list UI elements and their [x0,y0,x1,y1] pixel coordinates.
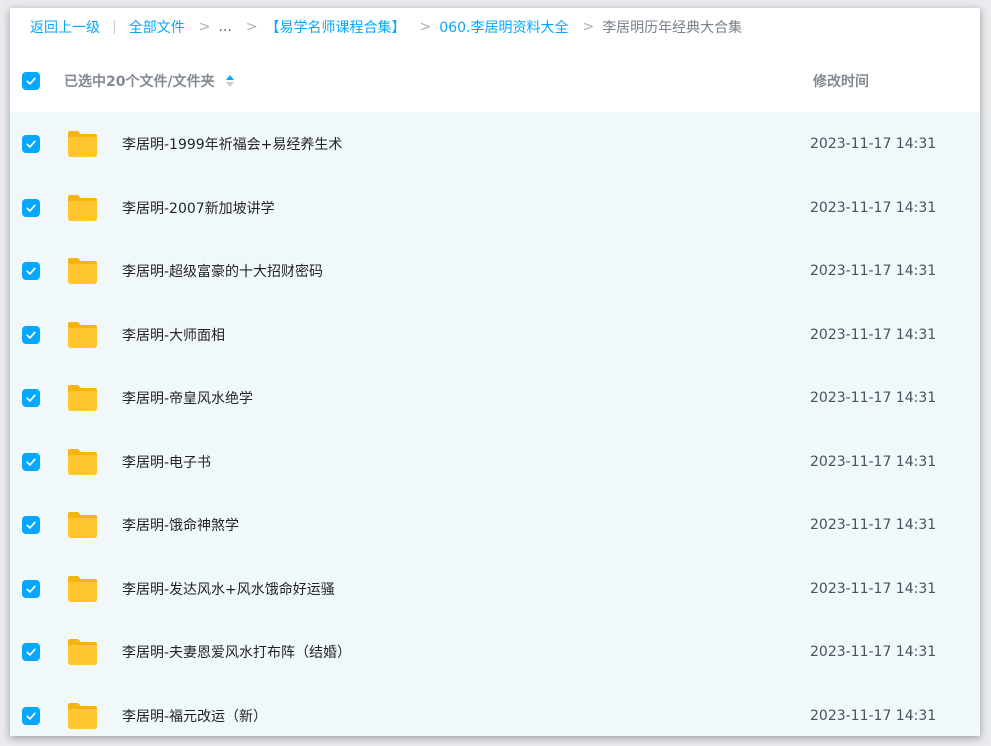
folder-icon [68,639,97,665]
column-header-mtime[interactable]: 修改时间 [813,71,869,91]
folder-icon [68,702,97,729]
file-name[interactable]: 李居明-夫妻恩爱风水打布阵（结婚） [122,620,351,684]
check-icon [26,331,36,339]
chevron-right-icon: > [198,19,211,35]
row-checkbox[interactable] [22,452,40,471]
file-mtime: 2023-11-17 14:31 [810,199,937,216]
check-icon [26,204,36,212]
selection-count-text: 已选中20个文件/文件夹 [64,74,215,90]
list-header: 已选中20个文件/文件夹 修改时间 [10,60,980,102]
file-row[interactable]: 李居明-饿命神煞学 2023-11-17 14:31 [10,493,980,557]
file-mtime: 2023-11-17 14:31 [810,453,937,470]
file-row[interactable]: 李居明-福元改运（新） 2023-11-17 14:31 [10,684,980,737]
row-checkbox[interactable] [22,516,40,534]
folder-icon [68,512,97,538]
check-icon [26,585,36,593]
folder-icon [68,321,97,348]
file-name[interactable]: 李居明-大师面相 [122,303,225,367]
breadcrumb-current: 李居明历年经典大合集 [602,20,743,36]
file-row[interactable]: 李居明-2007新加坡讲学 2023-11-17 14:31 [10,176,980,240]
breadcrumb-all-files[interactable]: 全部文件 [129,17,185,37]
breadcrumb-ellipsis[interactable]: ... [218,19,231,35]
select-all-checkbox[interactable] [22,72,40,90]
file-row[interactable]: 李居明-电子书 2023-11-17 14:31 [10,430,980,494]
row-checkbox[interactable] [22,706,40,725]
row-checkbox[interactable] [22,262,40,280]
file-name[interactable]: 李居明-超级富豪的十大招财密码 [122,239,323,303]
sort-icon[interactable] [225,74,235,88]
file-mtime: 2023-11-17 14:31 [810,580,937,597]
row-checkbox[interactable] [22,389,40,407]
folder-icon [68,131,97,157]
chevron-right-icon: > [419,19,432,35]
file-row[interactable]: 李居明-夫妻恩爱风水打布阵（结婚） 2023-11-17 14:31 [10,620,980,684]
check-icon [26,712,36,720]
file-mtime: 2023-11-17 14:31 [810,136,937,152]
file-row[interactable]: 李居明-发达风水+风水饿命好运骚 2023-11-17 14:31 [10,557,980,621]
folder-icon [68,385,97,411]
check-icon [26,458,36,466]
row-checkbox[interactable] [22,198,40,217]
folder-icon [68,575,97,602]
row-checkbox[interactable] [22,325,40,344]
selection-summary: 已选中20个文件/文件夹 [64,71,235,91]
check-icon [26,521,36,529]
file-row[interactable]: 李居明-帝皇风水绝学 2023-11-17 14:31 [10,366,980,430]
folder-icon [68,448,97,475]
folder-icon [68,194,97,221]
file-name[interactable]: 李居明-2007新加坡讲学 [122,176,275,240]
file-name[interactable]: 李居明-发达风水+风水饿命好运骚 [122,557,335,621]
file-row[interactable]: 李居明-1999年祈福会+易经养生术 2023-11-17 14:31 [10,112,980,176]
file-name[interactable]: 李居明-1999年祈福会+易经养生术 [122,112,342,176]
row-checkbox[interactable] [22,579,40,598]
file-name[interactable]: 李居明-电子书 [122,430,211,494]
file-mtime: 2023-11-17 14:31 [810,517,937,533]
chevron-right-icon: > [245,19,258,35]
row-checkbox[interactable] [22,135,40,153]
file-list: 李居明-1999年祈福会+易经养生术 2023-11-17 14:31 李居明-… [10,112,980,736]
file-row[interactable]: 李居明-超级富豪的十大招财密码 2023-11-17 14:31 [10,239,980,303]
file-row[interactable]: 李居明-大师面相 2023-11-17 14:31 [10,303,980,367]
file-name[interactable]: 李居明-福元改运（新） [122,684,267,737]
row-checkbox[interactable] [22,643,40,661]
check-icon [26,648,36,656]
file-mtime: 2023-11-17 14:31 [810,263,937,279]
file-name[interactable]: 李居明-帝皇风水绝学 [122,366,253,430]
chevron-right-icon: > [582,19,595,35]
file-mtime: 2023-11-17 14:31 [810,390,937,406]
file-mtime: 2023-11-17 14:31 [810,707,937,724]
file-mtime: 2023-11-17 14:31 [810,326,937,343]
back-link[interactable]: 返回上一级 [30,17,100,37]
breadcrumb-level2[interactable]: 060.李居明资料大全 [439,17,568,37]
check-icon [26,267,36,275]
check-icon [26,394,36,402]
breadcrumb-divider: | [112,19,117,35]
file-mtime: 2023-11-17 14:31 [810,644,937,660]
check-icon [26,77,36,85]
file-manager-window: 返回上一级 | 全部文件 > ... > 【易学名师课程合集】 > 060.李居… [10,8,980,736]
breadcrumb: 返回上一级 | 全部文件 > ... > 【易学名师课程合集】 > 060.李居… [30,8,742,46]
breadcrumb-level1[interactable]: 【易学名师课程合集】 [266,17,406,37]
check-icon [26,140,36,148]
folder-icon [68,258,97,284]
file-name[interactable]: 李居明-饿命神煞学 [122,493,239,557]
